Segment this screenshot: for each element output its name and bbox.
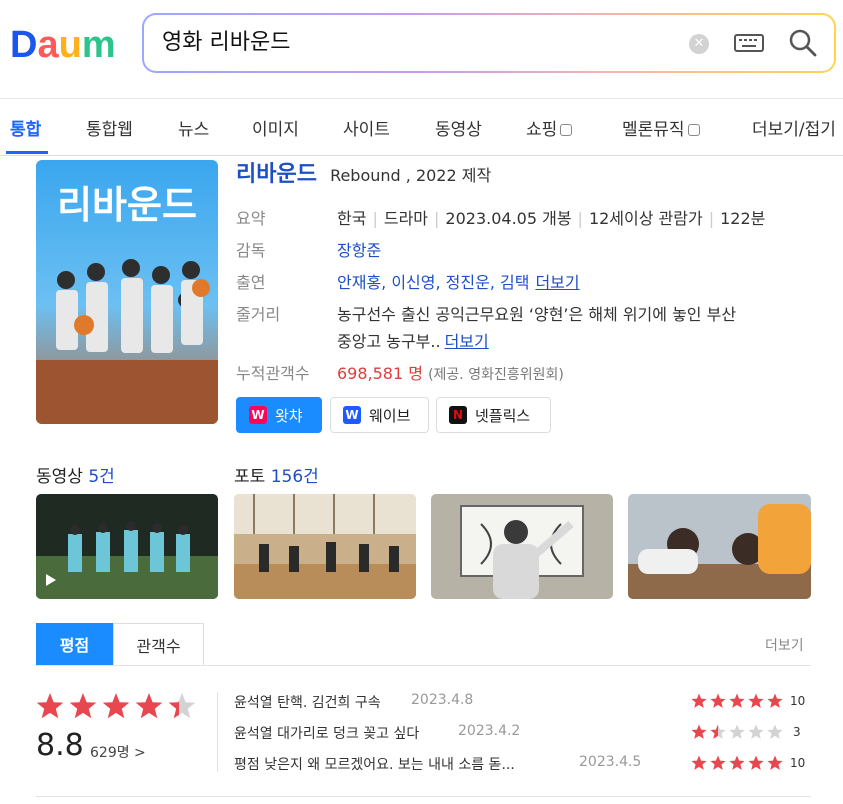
tab-melon[interactable]: 멜론뮤직 (622, 115, 700, 140)
divider (36, 665, 811, 666)
plot-label: 줄거리 (236, 305, 281, 324)
tab-news[interactable]: 뉴스 (178, 115, 209, 140)
plot-more-link[interactable]: 더보기 (445, 332, 489, 351)
review-score: 10 (790, 694, 806, 708)
review-text: 윤석열 탄핵. 김건희 구속 (234, 695, 381, 711)
clear-icon[interactable]: ✕ (689, 34, 709, 54)
rating-more-link[interactable]: 더보기 (765, 635, 804, 655)
review-stars (691, 693, 783, 708)
search-input[interactable] (162, 27, 662, 52)
photo-thumbnail-1[interactable] (234, 494, 416, 599)
external-icon (560, 124, 573, 136)
search-tabs: 통합 통합웹 뉴스 이미지 사이트 동영상 쇼핑 멜론뮤직 더보기/접기 (0, 98, 843, 156)
tab-sites[interactable]: 사이트 (343, 115, 390, 140)
plot-line2: 중앙고 농구부.. (337, 332, 441, 351)
audience-label: 누적관객수 (236, 364, 310, 383)
svg-text:Daum: Daum (10, 24, 116, 64)
director-link[interactable]: 장항준 (337, 237, 381, 261)
tab-audience[interactable]: 관객수 (113, 623, 204, 665)
review-date: 2023.4.8 (411, 692, 474, 708)
watcha-icon: W (249, 406, 267, 424)
wavve-button[interactable]: W 웨이브 (330, 397, 429, 433)
audience-count: 698,581 명 (337, 364, 423, 383)
review-stars (691, 755, 783, 770)
review-text: 윤석열 대가리로 덩크 꽂고 싶다 (234, 726, 420, 742)
cast-label: 출연 (236, 273, 266, 292)
movie-title[interactable]: 리바운드 (236, 162, 317, 187)
daum-logo[interactable]: Daum (10, 24, 118, 64)
keyboard-icon[interactable] (734, 32, 764, 54)
rating-count-link[interactable]: 629명 > (90, 742, 146, 762)
tab-rating[interactable]: 평점 (36, 623, 113, 665)
cast-links[interactable]: 안재홍, 이신영, 정진운, 김택 (337, 273, 529, 292)
photo-section-title[interactable]: 포토 156건 (234, 462, 319, 487)
video-section-title[interactable]: 동영상 5건 (36, 462, 115, 487)
tab-more[interactable]: 더보기/접기 (752, 115, 836, 140)
movie-title-row: 리바운드 Rebound , 2022 제작 (236, 156, 491, 188)
review-score: 3 (793, 725, 801, 739)
divider (36, 796, 811, 797)
tab-shopping[interactable]: 쇼핑 (526, 115, 573, 140)
external-icon (687, 124, 700, 136)
wavve-icon: W (343, 406, 361, 424)
tab-web[interactable]: 통합웹 (86, 115, 133, 140)
summary-value: 한국 | 드라마 | 2023.04.05 개봉 | 12세이상 관람가 | 122분 (337, 209, 766, 228)
review-date: 2023.4.2 (458, 723, 521, 739)
rating-stars (36, 693, 196, 719)
audience-source: (제공. 영화진흥위원회) (428, 367, 564, 383)
netflix-button[interactable]: N 넷플릭스 (436, 397, 551, 433)
poster-title: 리바운드 (57, 183, 197, 227)
tab-images[interactable]: 이미지 (252, 115, 299, 140)
tab-integrated[interactable]: 통합 (10, 115, 41, 140)
review-stars (691, 724, 783, 739)
review-score: 10 (790, 756, 806, 770)
netflix-icon: N (449, 406, 467, 424)
watcha-button[interactable]: W 왓챠 (236, 397, 322, 433)
cast-more-link[interactable]: 더보기 (535, 273, 579, 292)
movie-subtitle: Rebound , 2022 제작 (330, 166, 492, 185)
search-icon[interactable] (788, 28, 818, 58)
divider (217, 692, 218, 772)
photo-thumbnail-2[interactable] (431, 494, 613, 599)
plot-line1: 농구선수 출신 공익근무요원 ‘양현’은 해체 위기에 놓인 부산 (337, 305, 737, 324)
summary-label: 요약 (236, 209, 266, 228)
active-tab-indicator (6, 151, 48, 154)
tab-videos[interactable]: 동영상 (435, 115, 482, 140)
video-thumbnail[interactable] (36, 494, 218, 599)
photo-thumbnail-3[interactable] (628, 494, 811, 599)
review-date: 2023.4.5 (579, 754, 642, 770)
review-text: 평점 낮은지 왜 모르겠어요. 보는 내내 소름 돋... (234, 757, 515, 773)
director-label: 감독 (236, 241, 266, 260)
rating-score: 8.8 (36, 728, 84, 763)
movie-poster[interactable]: 리바운드 (36, 160, 218, 424)
search-box: ✕ (142, 13, 836, 73)
